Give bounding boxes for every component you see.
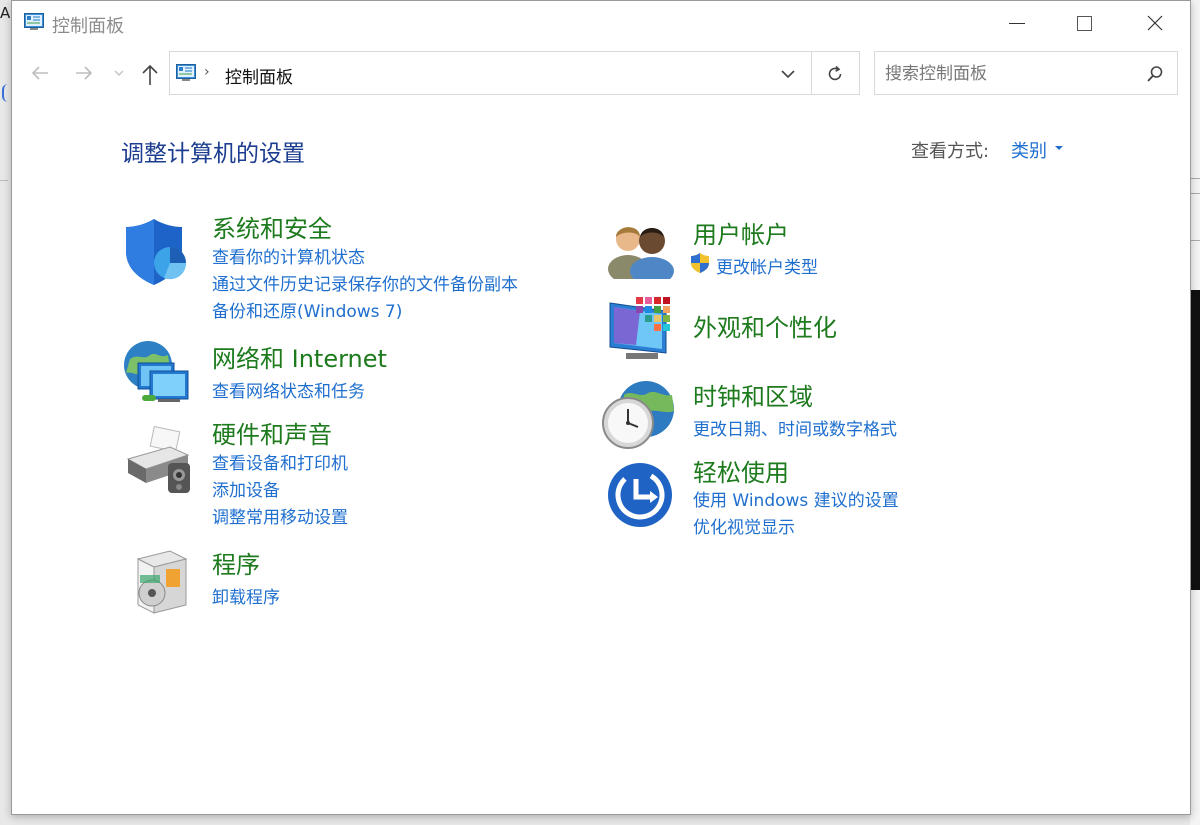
monitor-palette-icon[interactable] xyxy=(606,295,676,369)
uac-shield-icon xyxy=(690,252,710,274)
link-devices-printers[interactable]: 查看设备和打印机 xyxy=(212,449,348,474)
maximize-icon xyxy=(1076,15,1092,31)
clock-globe-icon[interactable] xyxy=(602,379,676,455)
shield-icon[interactable] xyxy=(124,217,190,291)
link-change-account-type[interactable]: 更改帐户类型 xyxy=(716,253,818,278)
search-icon[interactable] xyxy=(1145,64,1165,84)
link-mobility-settings[interactable]: 调整常用移动设置 xyxy=(212,503,348,528)
background-window-text: A xyxy=(0,4,11,22)
refresh-button[interactable] xyxy=(825,64,845,84)
background-dark-panel xyxy=(1190,290,1200,590)
caret-down-icon[interactable] xyxy=(1055,146,1063,150)
background-divider xyxy=(0,180,8,181)
up-button[interactable] xyxy=(138,61,162,87)
close-icon xyxy=(1147,15,1163,31)
users-icon[interactable] xyxy=(606,217,676,285)
link-view-computer-status[interactable]: 查看你的计算机状态 xyxy=(212,243,365,268)
address-bar[interactable]: › 控制面板 xyxy=(169,51,860,95)
breadcrumb-separator[interactable]: › xyxy=(204,64,210,80)
minimize-icon xyxy=(1009,22,1025,24)
category-network-internet[interactable]: 网络和 Internet xyxy=(212,339,387,374)
ease-of-access-icon[interactable] xyxy=(606,461,674,533)
category-hardware-sound[interactable]: 硬件和声音 xyxy=(212,415,332,450)
forward-button[interactable] xyxy=(72,61,96,85)
link-add-device[interactable]: 添加设备 xyxy=(212,476,280,501)
link-file-history-backup[interactable]: 通过文件历史记录保存你的文件备份副本 xyxy=(212,270,518,295)
title-bar[interactable]: 控制面板 xyxy=(12,1,1190,45)
view-by-dropdown[interactable]: 类别 xyxy=(1011,137,1047,163)
close-button[interactable] xyxy=(1120,1,1190,45)
arrow-up-icon xyxy=(142,64,158,85)
network-globe-icon[interactable] xyxy=(122,339,194,415)
background-divider xyxy=(1190,240,1200,241)
programs-box-icon[interactable] xyxy=(130,547,190,619)
chevron-down-icon xyxy=(114,70,124,76)
category-appearance-personalization[interactable]: 外观和个性化 xyxy=(693,308,837,343)
search-box[interactable] xyxy=(874,51,1178,95)
minimize-button[interactable] xyxy=(982,1,1052,45)
control-panel-icon xyxy=(24,13,44,31)
category-programs[interactable]: 程序 xyxy=(212,545,260,580)
category-system-security[interactable]: 系统和安全 xyxy=(212,209,332,244)
control-panel-window: 控制面板 › 控制面板 搜索控制面板 调整计算机的设置 查看方式: 类别 系统和… xyxy=(11,0,1191,815)
arrow-right-icon xyxy=(76,66,93,80)
breadcrumb-control-panel[interactable]: 控制面板 xyxy=(225,63,293,88)
chevron-down-icon xyxy=(781,70,795,79)
back-button[interactable] xyxy=(28,61,52,85)
link-network-status[interactable]: 查看网络状态和任务 xyxy=(212,377,365,402)
maximize-button[interactable] xyxy=(1049,1,1119,45)
page-title: 调整计算机的设置 xyxy=(121,141,305,167)
address-divider xyxy=(811,52,812,94)
background-divider xyxy=(1190,178,1200,194)
search-input[interactable] xyxy=(883,60,1137,88)
link-change-date-time-format[interactable]: 更改日期、时间或数字格式 xyxy=(693,415,897,440)
view-by-label: 查看方式: xyxy=(911,141,990,162)
printer-icon[interactable] xyxy=(122,425,194,499)
link-uninstall-program[interactable]: 卸载程序 xyxy=(212,583,280,608)
category-ease-of-access[interactable]: 轻松使用 xyxy=(693,453,789,488)
control-panel-icon xyxy=(176,64,196,82)
link-optimize-visual-display[interactable]: 优化视觉显示 xyxy=(693,513,795,538)
refresh-icon xyxy=(828,65,842,81)
link-backup-restore[interactable]: 备份和还原(Windows 7) xyxy=(212,297,402,322)
address-dropdown-button[interactable] xyxy=(778,64,798,84)
window-title: 控制面板 xyxy=(52,16,124,37)
link-recommended-settings[interactable]: 使用 Windows 建议的设置 xyxy=(693,486,899,511)
arrow-left-icon xyxy=(31,66,48,80)
recent-locations-button[interactable] xyxy=(112,65,126,79)
category-user-accounts[interactable]: 用户帐户 xyxy=(693,215,789,250)
category-clock-region[interactable]: 时钟和区域 xyxy=(693,377,813,412)
